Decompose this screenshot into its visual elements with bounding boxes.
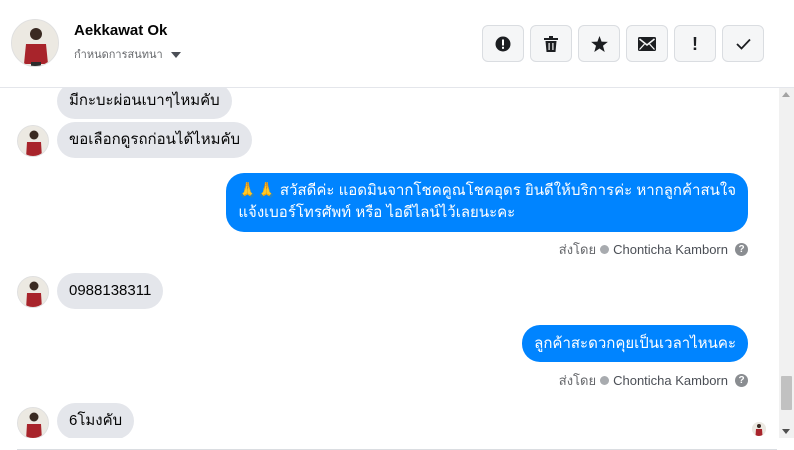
delete-button[interactable] [530,25,572,62]
scroll-down-arrow-icon[interactable] [782,429,790,434]
report-spam-button[interactable] [482,25,524,62]
conversation-header: Aekkawat Ok กำหนดการสนทนา ! [0,0,794,88]
sender-avatar [17,125,49,157]
message-scrollbar[interactable] [779,88,794,438]
assign-conversation-label: กำหนดการสนทนา [74,49,163,61]
star-button[interactable] [578,25,620,62]
message-thread[interactable]: มีกะบะผ่อนเบาๆไหมคับ ขอเลือกดูรถก่อนได้ไ… [0,88,779,438]
seen-indicator-avatar [752,422,766,436]
sent-by-agent: Chonticha Kamborn [613,373,728,388]
sent-by-label: ส่งโดย [558,373,597,388]
follow-up-button[interactable]: ! [674,25,716,62]
mark-done-button[interactable] [722,25,764,62]
help-icon[interactable]: ? [735,374,748,387]
incoming-message: ขอเลือกดูรถก่อนได้ไหมคับ [57,122,253,158]
sent-status-icon [600,245,610,254]
exclamation-icon: ! [692,33,698,54]
sender-avatar [17,407,49,438]
mark-unread-button[interactable] [626,25,668,62]
sent-by-info: ส่งโดย Chonticha Kamborn ? [559,370,748,391]
incoming-message: มีกะบะผ่อนเบาๆไหมคับ [57,88,232,119]
contact-avatar[interactable] [11,19,59,67]
sent-by-agent: Chonticha Kamborn [613,242,728,257]
outgoing-message: 🙏🙏 สวัสดีค่ะ แอดมินจากโชคคูณโชคอุดร ยินด… [226,173,748,232]
trash-icon [544,35,558,52]
incoming-message: 0988138311 [57,273,164,309]
conversation-toolbar: ! [482,25,764,62]
sent-status-icon [600,376,610,385]
sent-by-info: ส่งโดย Chonticha Kamborn ? [559,239,748,260]
caret-down-icon [170,51,181,58]
message-line: แจ้งเบอร์โทรศัพท์ หรือ ไอดีไลน์ไว้เลยนะค… [238,204,516,221]
envelope-icon [638,36,656,51]
sent-by-label: ส่งโดย [558,242,597,257]
scroll-thumb[interactable] [781,376,792,410]
message-line: 🙏🙏 สวัสดีค่ะ แอดมินจากโชคคูณโชคอุดร ยินด… [238,182,736,199]
outgoing-message: ลูกค้าสะดวกคุยเป็นเวลาไหนคะ [522,325,748,362]
assign-conversation-dropdown[interactable]: กำหนดการสนทนา [74,45,181,63]
sender-avatar [17,276,49,308]
star-icon [590,35,608,52]
incoming-message: 6โมงคับ [57,403,135,438]
scroll-up-arrow-icon[interactable] [782,92,790,97]
help-icon[interactable]: ? [735,243,748,256]
alert-circle-icon [495,36,511,51]
contact-name[interactable]: Aekkawat Ok [74,22,167,39]
check-icon [735,38,751,50]
